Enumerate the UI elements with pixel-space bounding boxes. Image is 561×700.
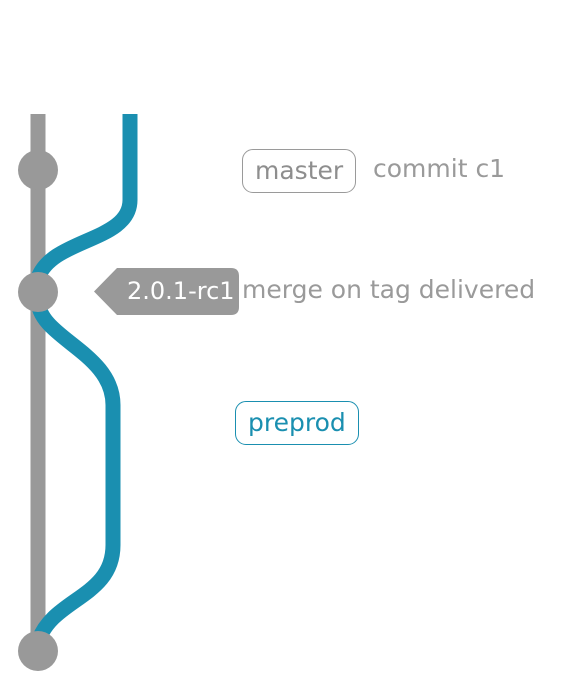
commit-node-merge-back[interactable] [18,631,58,671]
preprod-branch-line [30,114,138,645]
branch-label-master[interactable]: master [242,149,357,193]
commit-message-c1: commit c1 [373,154,506,183]
commit-message-merge: merge on tag delivered [242,275,536,304]
tag-label[interactable]: 2.0.1-rc1 [94,268,239,315]
commit-node-merge[interactable] [18,272,58,312]
commit-node-c1[interactable] [18,150,58,190]
branch-label-preprod[interactable]: preprod [235,401,359,445]
git-graph [18,114,138,671]
tag-label-text: 2.0.1-rc1 [127,277,235,305]
